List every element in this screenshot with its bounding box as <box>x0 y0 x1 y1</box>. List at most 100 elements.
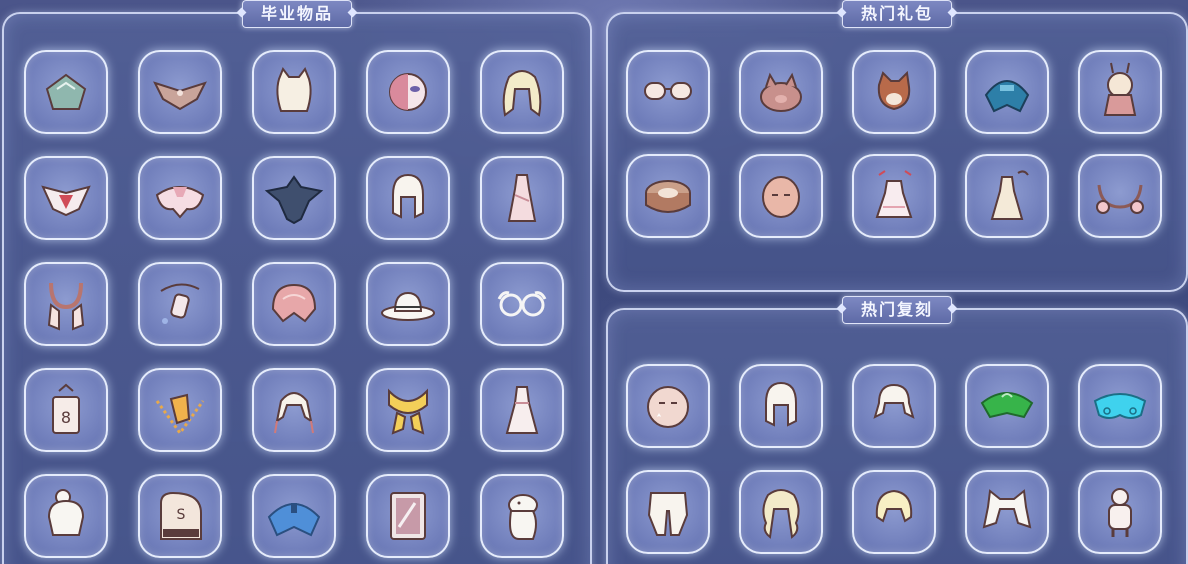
cyan-cloud-cape-icon <box>1093 393 1147 419</box>
cat-ear-hair-icon <box>276 66 312 112</box>
hot-reprints-slot[interactable] <box>965 364 1049 448</box>
graduation-slot[interactable] <box>252 156 336 240</box>
bear-outfit-icon <box>1108 488 1132 537</box>
bun-hair-icon <box>47 489 85 536</box>
hot-reprints-slot[interactable] <box>626 470 710 554</box>
lolita-dress-set-icon <box>875 170 913 218</box>
jeweled-cape-icon <box>41 185 91 217</box>
graduation-slot[interactable] <box>24 262 108 346</box>
bunny-doll-icon <box>1103 62 1137 116</box>
gold-bow-cape-icon <box>388 388 428 435</box>
hot-packs-slot[interactable] <box>965 154 1049 238</box>
graduation-items-panel: 毕业物品 8S <box>2 0 592 564</box>
hot-packs-slot[interactable] <box>852 154 936 238</box>
star-face-mask-icon <box>647 386 689 428</box>
hot-reprints-panel: 热门复刻 <box>606 296 1188 564</box>
blue-hood-cape-icon <box>984 80 1030 113</box>
hot-packs-slot[interactable] <box>626 50 710 134</box>
graduation-slot[interactable]: 8 <box>24 368 108 452</box>
graduation-slot[interactable] <box>138 156 222 240</box>
cat-hood-icon <box>982 489 1032 529</box>
graduation-slot[interactable] <box>138 50 222 134</box>
hot-packs-slot[interactable] <box>1078 154 1162 238</box>
golden-chain-necklace-icon <box>155 393 205 436</box>
side-ponytail-hair-icon <box>873 383 915 419</box>
graduation-slot[interactable] <box>24 50 108 134</box>
teal-cape-icon <box>45 73 87 110</box>
graduation-slot[interactable] <box>366 368 450 452</box>
hot-packs-slot[interactable] <box>739 154 823 238</box>
pink-dress-icon <box>507 174 537 222</box>
pink-petal-cape-icon <box>155 186 205 219</box>
hot-reprints-slot[interactable] <box>739 364 823 448</box>
graduation-slot[interactable] <box>24 474 108 558</box>
hot-packs-title: 热门礼包 <box>841 0 953 28</box>
coral-shell-cape-icon <box>271 283 317 323</box>
hot-reprints-slot[interactable] <box>1078 364 1162 448</box>
graduation-items-title: 毕业物品 <box>241 0 353 28</box>
graduation-slot[interactable] <box>138 368 222 452</box>
svg-text:8: 8 <box>61 408 71 427</box>
half-mask-icon <box>389 73 427 111</box>
graduation-slot[interactable] <box>252 50 336 134</box>
long-blonde-hair-icon <box>502 70 542 117</box>
puffy-pants-icon <box>647 492 689 536</box>
hair-ornament-icon <box>160 283 200 324</box>
graduation-slot[interactable] <box>252 262 336 346</box>
graduation-slot[interactable] <box>24 156 108 240</box>
hot-packs-slot[interactable] <box>1078 50 1162 134</box>
hot-packs-slot[interactable] <box>965 50 1049 134</box>
graduation-slot[interactable] <box>366 474 450 558</box>
sunglasses-icon <box>644 82 692 100</box>
graduation-slot[interactable] <box>138 262 222 346</box>
hot-packs-slot[interactable] <box>739 50 823 134</box>
graduation-slot[interactable] <box>366 50 450 134</box>
hot-packs-panel: 热门礼包 <box>606 0 1188 292</box>
twin-tail-hair-icon <box>274 392 314 434</box>
pig-mask-icon <box>760 72 802 112</box>
graduation-slot[interactable] <box>480 156 564 240</box>
graduation-slot[interactable] <box>480 50 564 134</box>
graduation-slot[interactable] <box>480 474 564 558</box>
card-prop-icon <box>390 492 426 540</box>
graduation-slot[interactable] <box>252 474 336 558</box>
hot-packs-slot[interactable] <box>626 154 710 238</box>
graduation-slot[interactable] <box>480 262 564 346</box>
svg-text:S: S <box>177 507 186 523</box>
white-bob-hair-icon <box>765 381 797 427</box>
graduation-slot[interactable]: S <box>138 474 222 558</box>
graduation-slot[interactable] <box>366 156 450 240</box>
cowboy-hat-icon <box>381 291 435 321</box>
hot-reprints-slot[interactable] <box>852 364 936 448</box>
hot-reprints-title: 热门复刻 <box>841 296 953 324</box>
dark-bat-cape-icon <box>264 175 324 225</box>
hot-packs-slot[interactable] <box>852 50 936 134</box>
hot-reprints-grid <box>626 364 1162 554</box>
graduation-slot[interactable] <box>252 368 336 452</box>
round-glasses-icon <box>497 291 547 317</box>
graduation-items-grid: 8S <box>24 50 564 558</box>
outfit-showcase-screen: 毕业物品 8S 热门礼包 热门复刻 <box>0 0 1188 564</box>
cream-dress-set-icon <box>990 170 1029 220</box>
lantern-prop-icon: 8 <box>52 383 80 434</box>
hot-reprints-slot[interactable] <box>626 364 710 448</box>
hot-reprints-slot[interactable] <box>739 470 823 554</box>
red-panda-icon <box>877 70 911 111</box>
white-bob-hair-icon <box>392 173 424 219</box>
wavy-long-hair-icon <box>762 489 800 539</box>
feather-wing-cape-icon <box>153 81 207 111</box>
moomin-icon <box>508 494 538 540</box>
piano-prop-icon: S <box>160 491 202 540</box>
blue-cape-icon <box>267 503 321 537</box>
hot-reprints-slot[interactable] <box>852 470 936 554</box>
graduation-slot[interactable] <box>480 368 564 452</box>
short-blonde-hair-icon <box>875 489 913 523</box>
hot-reprints-slot[interactable] <box>1078 470 1162 554</box>
u-scarf-icon <box>47 282 85 331</box>
hot-packs-grid <box>626 50 1162 238</box>
green-leaf-cape-icon <box>980 392 1034 419</box>
flower-necklace-icon <box>1096 184 1144 214</box>
face-mask-icon <box>762 176 800 218</box>
hot-reprints-slot[interactable] <box>965 470 1049 554</box>
graduation-slot[interactable] <box>366 262 450 346</box>
